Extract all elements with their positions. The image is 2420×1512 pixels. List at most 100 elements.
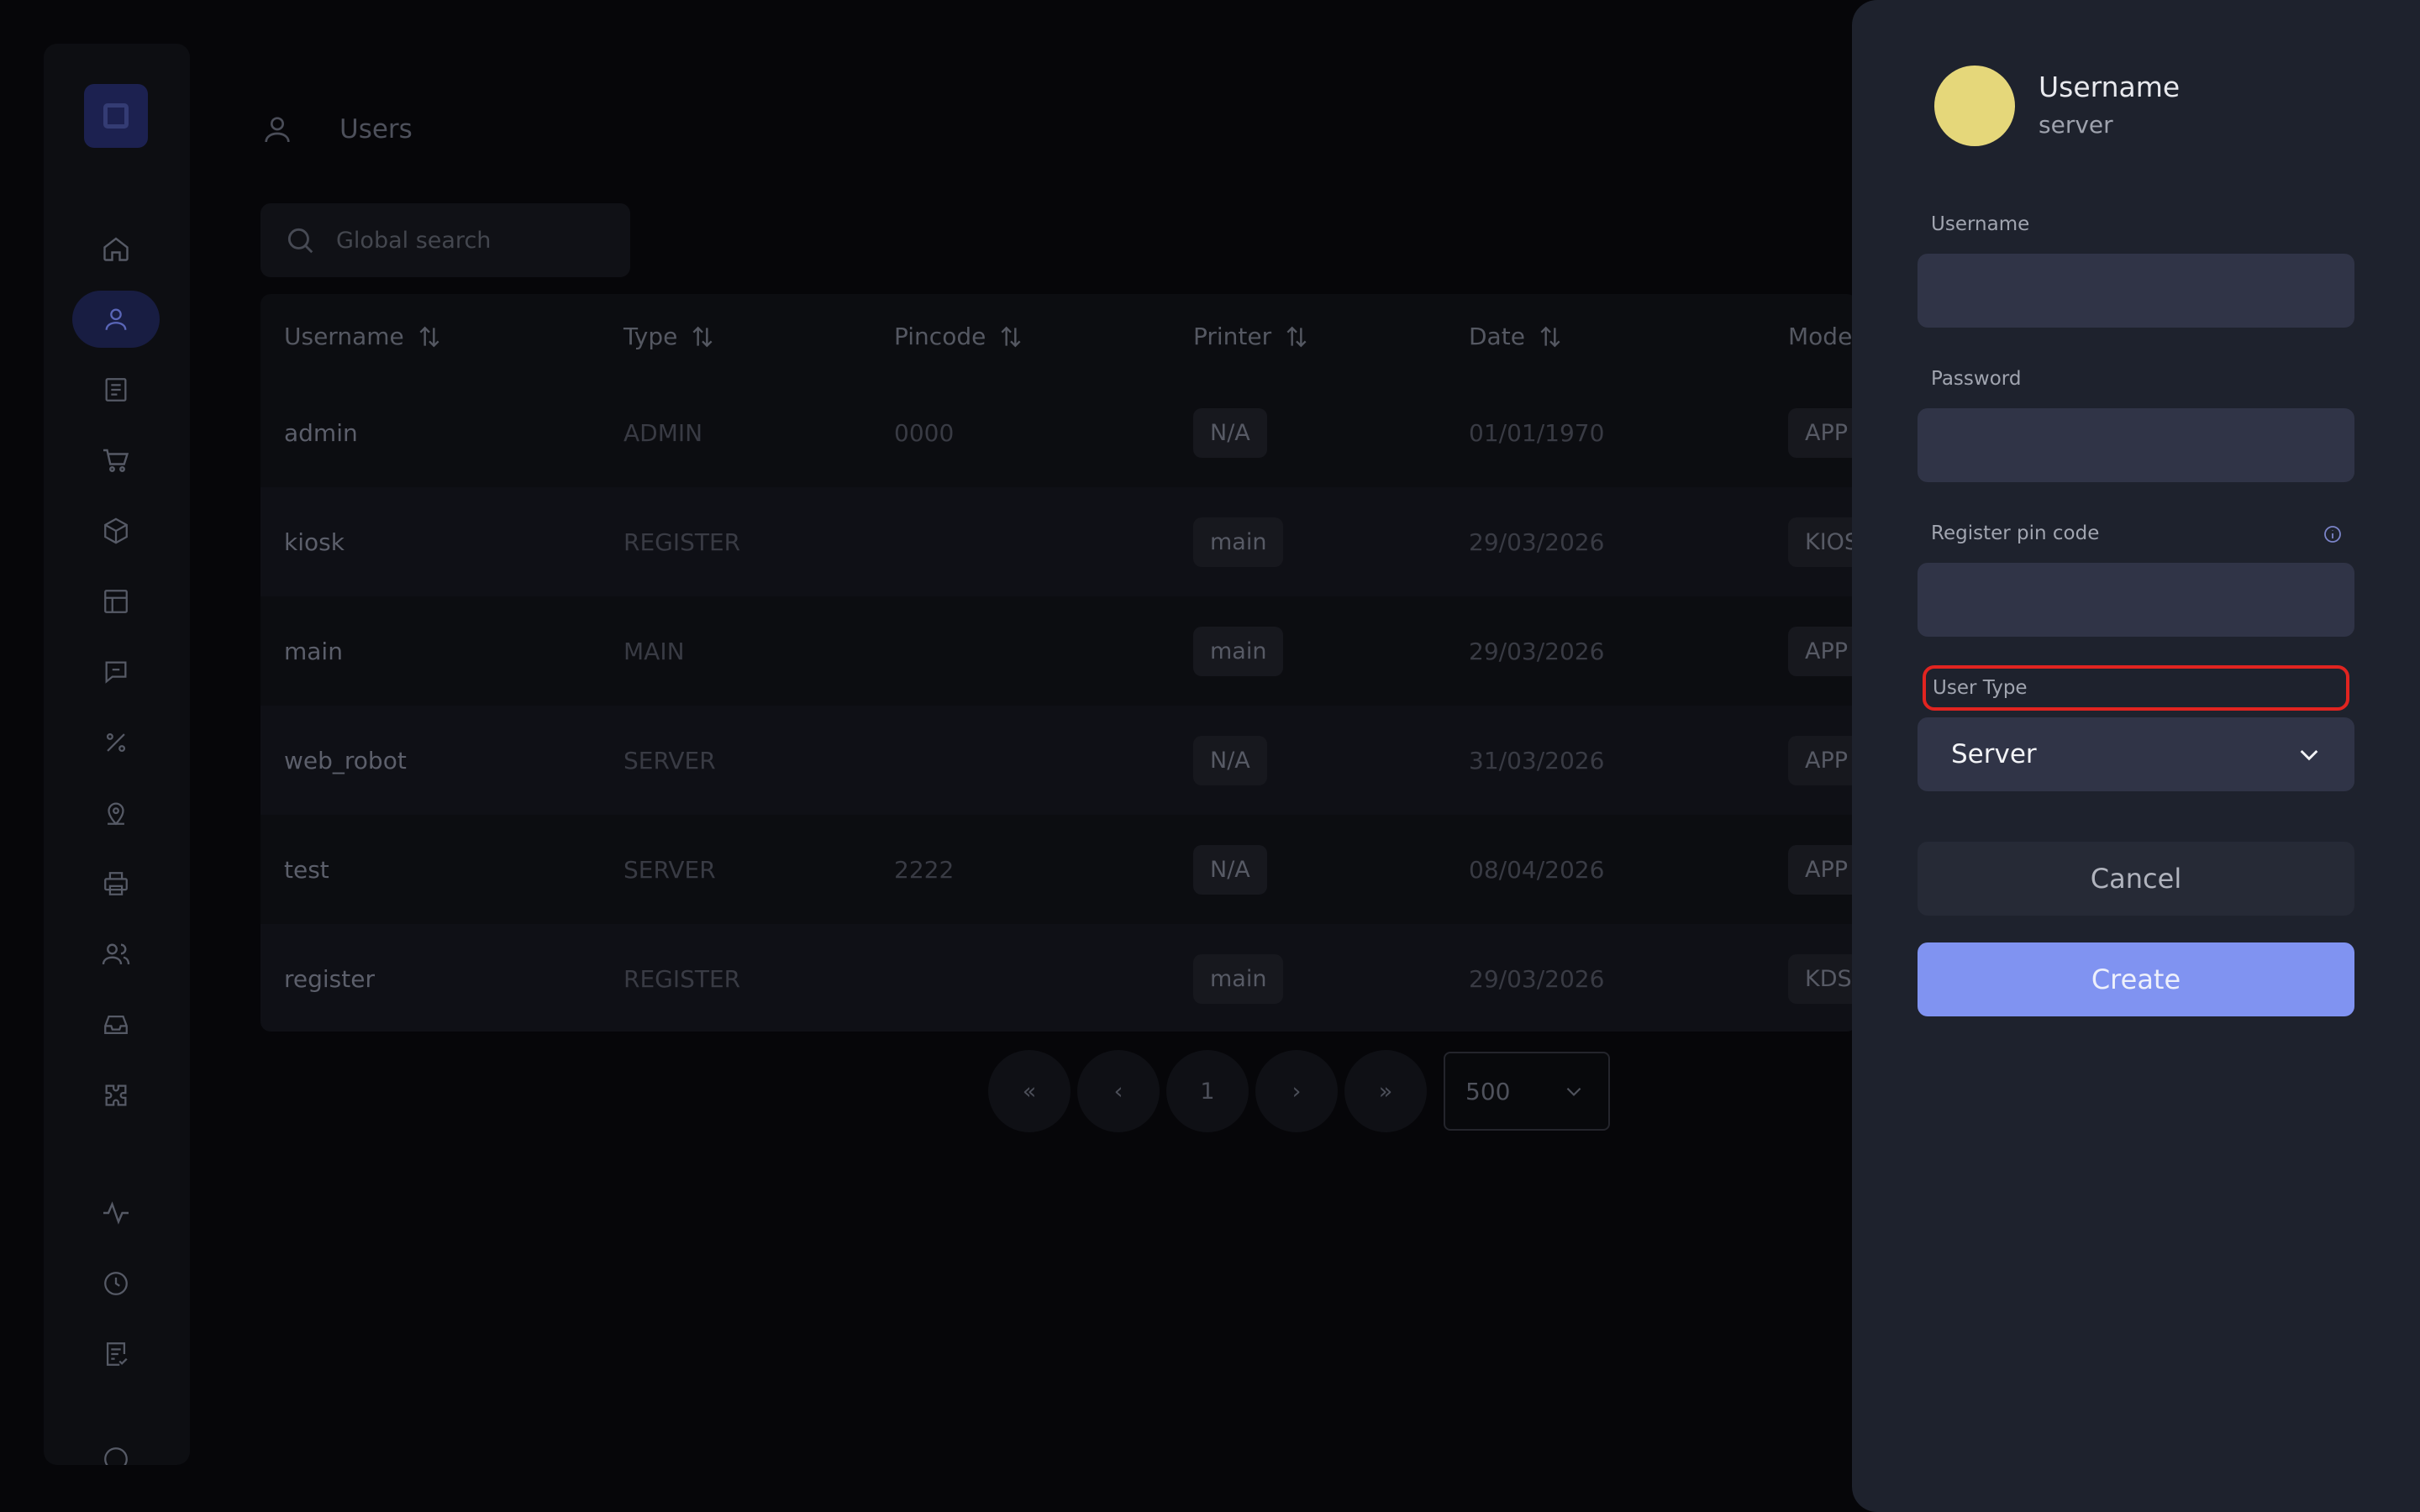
- inbox-icon[interactable]: [72, 996, 160, 1053]
- puzzle-icon[interactable]: [72, 1067, 160, 1124]
- cell-date: 29/03/2026: [1469, 964, 1605, 993]
- cell-mode: KIOS: [1788, 487, 1857, 596]
- cell-date: 01/01/1970: [1469, 418, 1605, 447]
- table-row[interactable]: admin ADMIN 0000 N/A 01/01/1970 APP: [260, 378, 1857, 487]
- user-type-select[interactable]: Server: [1918, 717, 2354, 791]
- users-icon[interactable]: [72, 926, 160, 983]
- create-button[interactable]: Create: [1918, 942, 2354, 1016]
- message-icon[interactable]: [72, 643, 160, 701]
- home-icon[interactable]: [72, 220, 160, 277]
- user-type-label: User Type: [1933, 677, 2028, 699]
- logo-icon[interactable]: [84, 84, 148, 148]
- cell-printer: N/A: [1193, 706, 1267, 815]
- chevron-down-icon: [2300, 749, 2318, 761]
- sort-icon: [1001, 326, 1021, 347]
- cart-icon[interactable]: [72, 432, 160, 489]
- page-size-select[interactable]: 500: [1444, 1052, 1610, 1131]
- cell-printer: main: [1193, 596, 1284, 706]
- table-row[interactable]: main MAIN main 29/03/2026 APP: [260, 596, 1857, 706]
- mode-badge: APP: [1788, 626, 1857, 676]
- mode-badge: APP: [1788, 844, 1857, 895]
- cell-mode: KDS: [1788, 924, 1857, 1032]
- cell-date: 31/03/2026: [1469, 746, 1605, 774]
- help-icon[interactable]: [72, 1438, 160, 1465]
- chevron-down-icon: [1566, 1087, 1581, 1096]
- sort-icon: [1540, 326, 1560, 347]
- password-label: Password: [1931, 368, 2022, 390]
- cancel-button[interactable]: Cancel: [1918, 842, 2354, 916]
- table-row[interactable]: kiosk REGISTER main 29/03/2026 KIOS: [260, 487, 1857, 596]
- cell-mode: APP: [1788, 596, 1857, 706]
- info-icon[interactable]: [2323, 524, 2343, 544]
- table-icon[interactable]: [72, 573, 160, 630]
- box-icon[interactable]: [72, 502, 160, 559]
- user-icon[interactable]: [72, 291, 160, 348]
- clock-icon[interactable]: [72, 1255, 160, 1312]
- printer-badge: N/A: [1193, 735, 1267, 785]
- table-row[interactable]: web_robot SERVER N/A 31/03/2026 APP: [260, 706, 1857, 815]
- cell-date: 08/04/2026: [1469, 855, 1605, 884]
- username-field[interactable]: [1918, 254, 2354, 328]
- printer-badge: main: [1193, 626, 1284, 676]
- search-input[interactable]: [334, 226, 607, 255]
- user-icon: [265, 117, 290, 143]
- cell-mode: APP: [1788, 378, 1857, 487]
- password-field[interactable]: [1918, 408, 2354, 482]
- printer-badge: N/A: [1193, 844, 1267, 895]
- cell-printer: main: [1193, 924, 1284, 1032]
- cell-printer: main: [1193, 487, 1284, 596]
- column-header-printer[interactable]: Printer: [1193, 323, 1310, 350]
- first-page-button[interactable]: «: [988, 1050, 1071, 1132]
- pin-code-field[interactable]: [1918, 563, 2354, 637]
- table-row[interactable]: test SERVER 2222 N/A 08/04/2026 APP: [260, 815, 1857, 924]
- column-header-username[interactable]: Username: [284, 323, 443, 350]
- printer-icon[interactable]: [72, 855, 160, 912]
- percent-icon[interactable]: [72, 714, 160, 771]
- last-page-button[interactable]: »: [1344, 1050, 1427, 1132]
- sort-icon: [1286, 326, 1307, 347]
- column-header-type[interactable]: Type: [623, 323, 716, 350]
- mode-badge: APP: [1788, 735, 1857, 785]
- cell-pincode: 0000: [894, 418, 955, 447]
- table-row[interactable]: register REGISTER main 29/03/2026 KDS: [260, 924, 1857, 1032]
- search-icon: [287, 228, 313, 254]
- cell-type: REGISTER: [623, 964, 741, 993]
- page-title: Users: [339, 114, 413, 144]
- column-header-date[interactable]: Date: [1469, 323, 1564, 350]
- mode-badge: KDS: [1788, 953, 1857, 1004]
- drawer-subtitle: server: [2039, 111, 2113, 139]
- cell-type: SERVER: [623, 855, 716, 884]
- cell-username: test: [284, 855, 329, 884]
- users-table: Username Type Pincode Printer Date Mode: [260, 294, 1857, 1032]
- current-page-button[interactable]: 1: [1166, 1050, 1249, 1132]
- pin-code-label: Register pin code: [1931, 522, 2100, 544]
- cell-date: 29/03/2026: [1469, 528, 1605, 556]
- printer-badge: N/A: [1193, 407, 1267, 458]
- sidebar: [44, 44, 190, 1465]
- column-header-pincode[interactable]: Pincode: [894, 323, 1024, 350]
- cell-username: web_robot: [284, 746, 407, 774]
- next-page-button[interactable]: ›: [1255, 1050, 1338, 1132]
- cell-printer: N/A: [1193, 378, 1267, 487]
- user-type-value: Server: [1951, 739, 2037, 769]
- mode-badge: APP: [1788, 407, 1857, 458]
- activity-icon[interactable]: [72, 1184, 160, 1242]
- page-header: Users: [260, 113, 413, 146]
- username-label: Username: [1931, 213, 2030, 235]
- cell-type: SERVER: [623, 746, 716, 774]
- location-icon[interactable]: [72, 785, 160, 842]
- column-header-mode[interactable]: Mode: [1788, 323, 1852, 350]
- printer-badge: main: [1193, 517, 1284, 567]
- cell-username: kiosk: [284, 528, 345, 556]
- avatar: [1934, 66, 2015, 146]
- create-user-drawer: Username server Username Password Regist…: [1852, 0, 2420, 1512]
- document-icon[interactable]: [72, 361, 160, 418]
- sort-icon: [692, 326, 713, 347]
- cell-type: ADMIN: [623, 418, 703, 447]
- printer-badge: main: [1193, 953, 1284, 1004]
- checklist-icon[interactable]: [72, 1326, 160, 1383]
- pagination: « ‹ 1 › » 500: [988, 1050, 1610, 1132]
- cell-type: MAIN: [623, 637, 685, 665]
- prev-page-button[interactable]: ‹: [1077, 1050, 1160, 1132]
- mode-badge: KIOS: [1788, 517, 1857, 567]
